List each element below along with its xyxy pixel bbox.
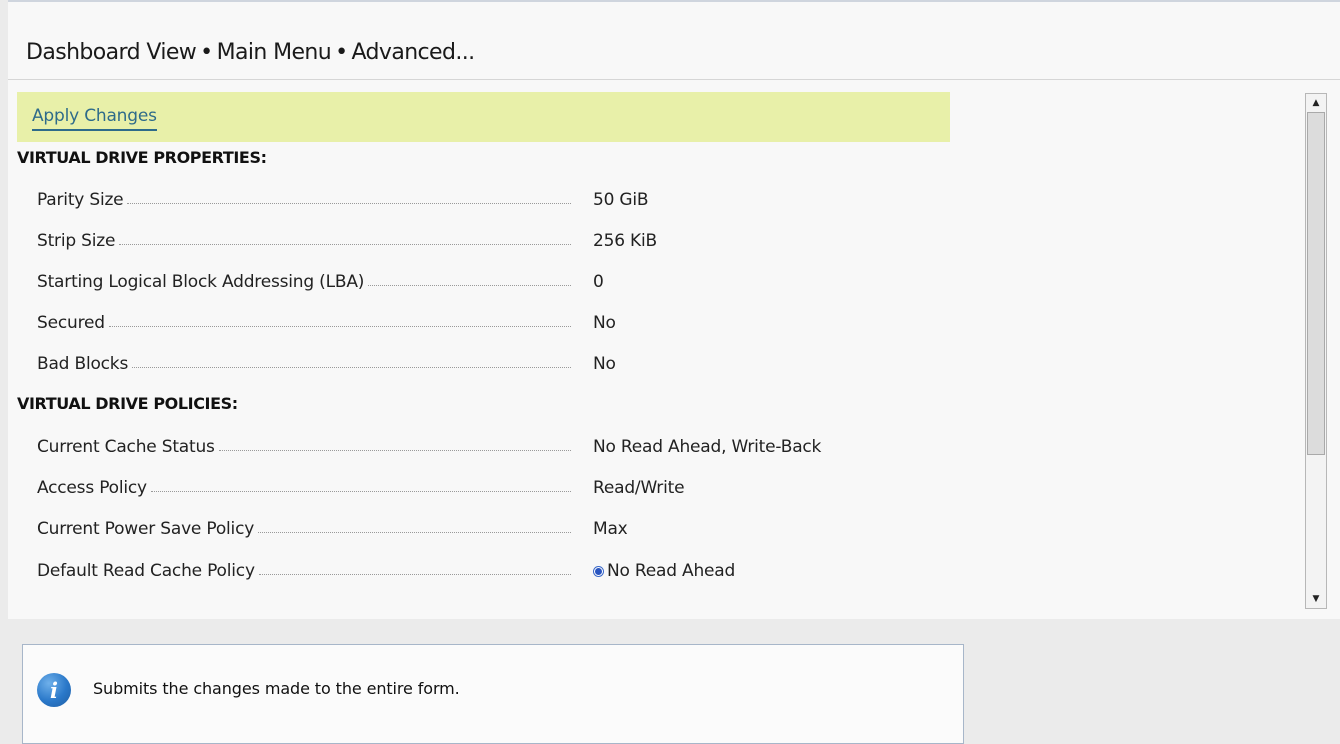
field-label: Current Cache Status: [37, 437, 215, 457]
field-current-power-save-policy: Current Power Save Policy Max: [37, 516, 937, 542]
field-value: 256 KiB: [593, 231, 657, 251]
form-content: Apply Changes VIRTUAL DRIVE PROPERTIES: …: [17, 92, 1307, 612]
field-secured: Secured No: [37, 310, 937, 336]
help-panel: i Submits the changes made to the entire…: [22, 644, 964, 744]
field-value: 50 GiB: [593, 190, 649, 210]
radio-option-label: No Read Ahead: [607, 561, 736, 581]
info-icon: i: [37, 673, 71, 707]
dot-leader: [258, 573, 571, 575]
dot-leader: [119, 243, 571, 245]
field-default-read-cache-policy: Default Read Cache Policy No Read Ahead: [37, 558, 937, 584]
field-bad-blocks: Bad Blocks No: [37, 351, 937, 377]
section-header-properties: VIRTUAL DRIVE PROPERTIES:: [17, 148, 267, 167]
breadcrumb-item-main-menu[interactable]: Main Menu: [217, 40, 332, 65]
field-strip-size: Strip Size 256 KiB: [37, 228, 937, 254]
field-current-cache-status: Current Cache Status No Read Ahead, Writ…: [37, 434, 937, 460]
help-text: Submits the changes made to the entire f…: [93, 679, 460, 698]
breadcrumb-separator: •: [335, 40, 348, 65]
field-access-policy: Access Policy Read/Write: [37, 475, 937, 501]
section-header-policies: VIRTUAL DRIVE POLICIES:: [17, 394, 238, 413]
field-label: Current Power Save Policy: [37, 519, 255, 539]
breadcrumb-item-dashboard-view[interactable]: Dashboard View: [26, 40, 197, 65]
dot-leader: [127, 202, 571, 204]
field-label: Bad Blocks: [37, 354, 129, 374]
dot-leader: [258, 531, 571, 533]
scrollbar-thumb[interactable]: [1307, 112, 1325, 455]
breadcrumb-item-advanced: Advanced...: [351, 40, 475, 65]
field-starting-lba: Starting Logical Block Addressing (LBA) …: [37, 269, 937, 295]
field-label: Secured: [37, 313, 105, 333]
breadcrumb-separator: •: [200, 40, 213, 65]
field-value: 0: [593, 272, 604, 292]
field-label: Strip Size: [37, 231, 116, 251]
breadcrumb: Dashboard View • Main Menu • Advanced...: [26, 40, 475, 65]
dot-leader: [108, 325, 571, 327]
dot-leader: [218, 449, 571, 451]
field-parity-size: Parity Size 50 GiB: [37, 187, 937, 213]
scroll-down-arrow-icon[interactable]: ▼: [1306, 590, 1326, 608]
apply-changes-link[interactable]: Apply Changes: [32, 106, 157, 131]
dot-leader: [368, 284, 571, 286]
field-value: Read/Write: [593, 478, 685, 498]
title-divider: [8, 79, 1340, 80]
scroll-up-arrow-icon[interactable]: ▲: [1306, 94, 1326, 112]
dot-leader: [150, 490, 571, 492]
field-value: No Read Ahead, Write-Back: [593, 437, 822, 457]
field-value: Max: [593, 519, 628, 539]
field-label: Access Policy: [37, 478, 147, 498]
radio-selected-icon[interactable]: [593, 565, 604, 577]
field-value: No: [593, 354, 616, 374]
vertical-scrollbar[interactable]: ▲ ▼: [1305, 93, 1327, 609]
dot-leader: [132, 366, 571, 368]
field-label: Parity Size: [37, 190, 124, 210]
apply-changes-row[interactable]: Apply Changes: [17, 92, 950, 142]
field-label: Default Read Cache Policy: [37, 561, 255, 581]
read-cache-policy-radio-option[interactable]: No Read Ahead: [593, 558, 735, 584]
field-value: No: [593, 313, 616, 333]
field-label: Starting Logical Block Addressing (LBA): [37, 272, 365, 292]
